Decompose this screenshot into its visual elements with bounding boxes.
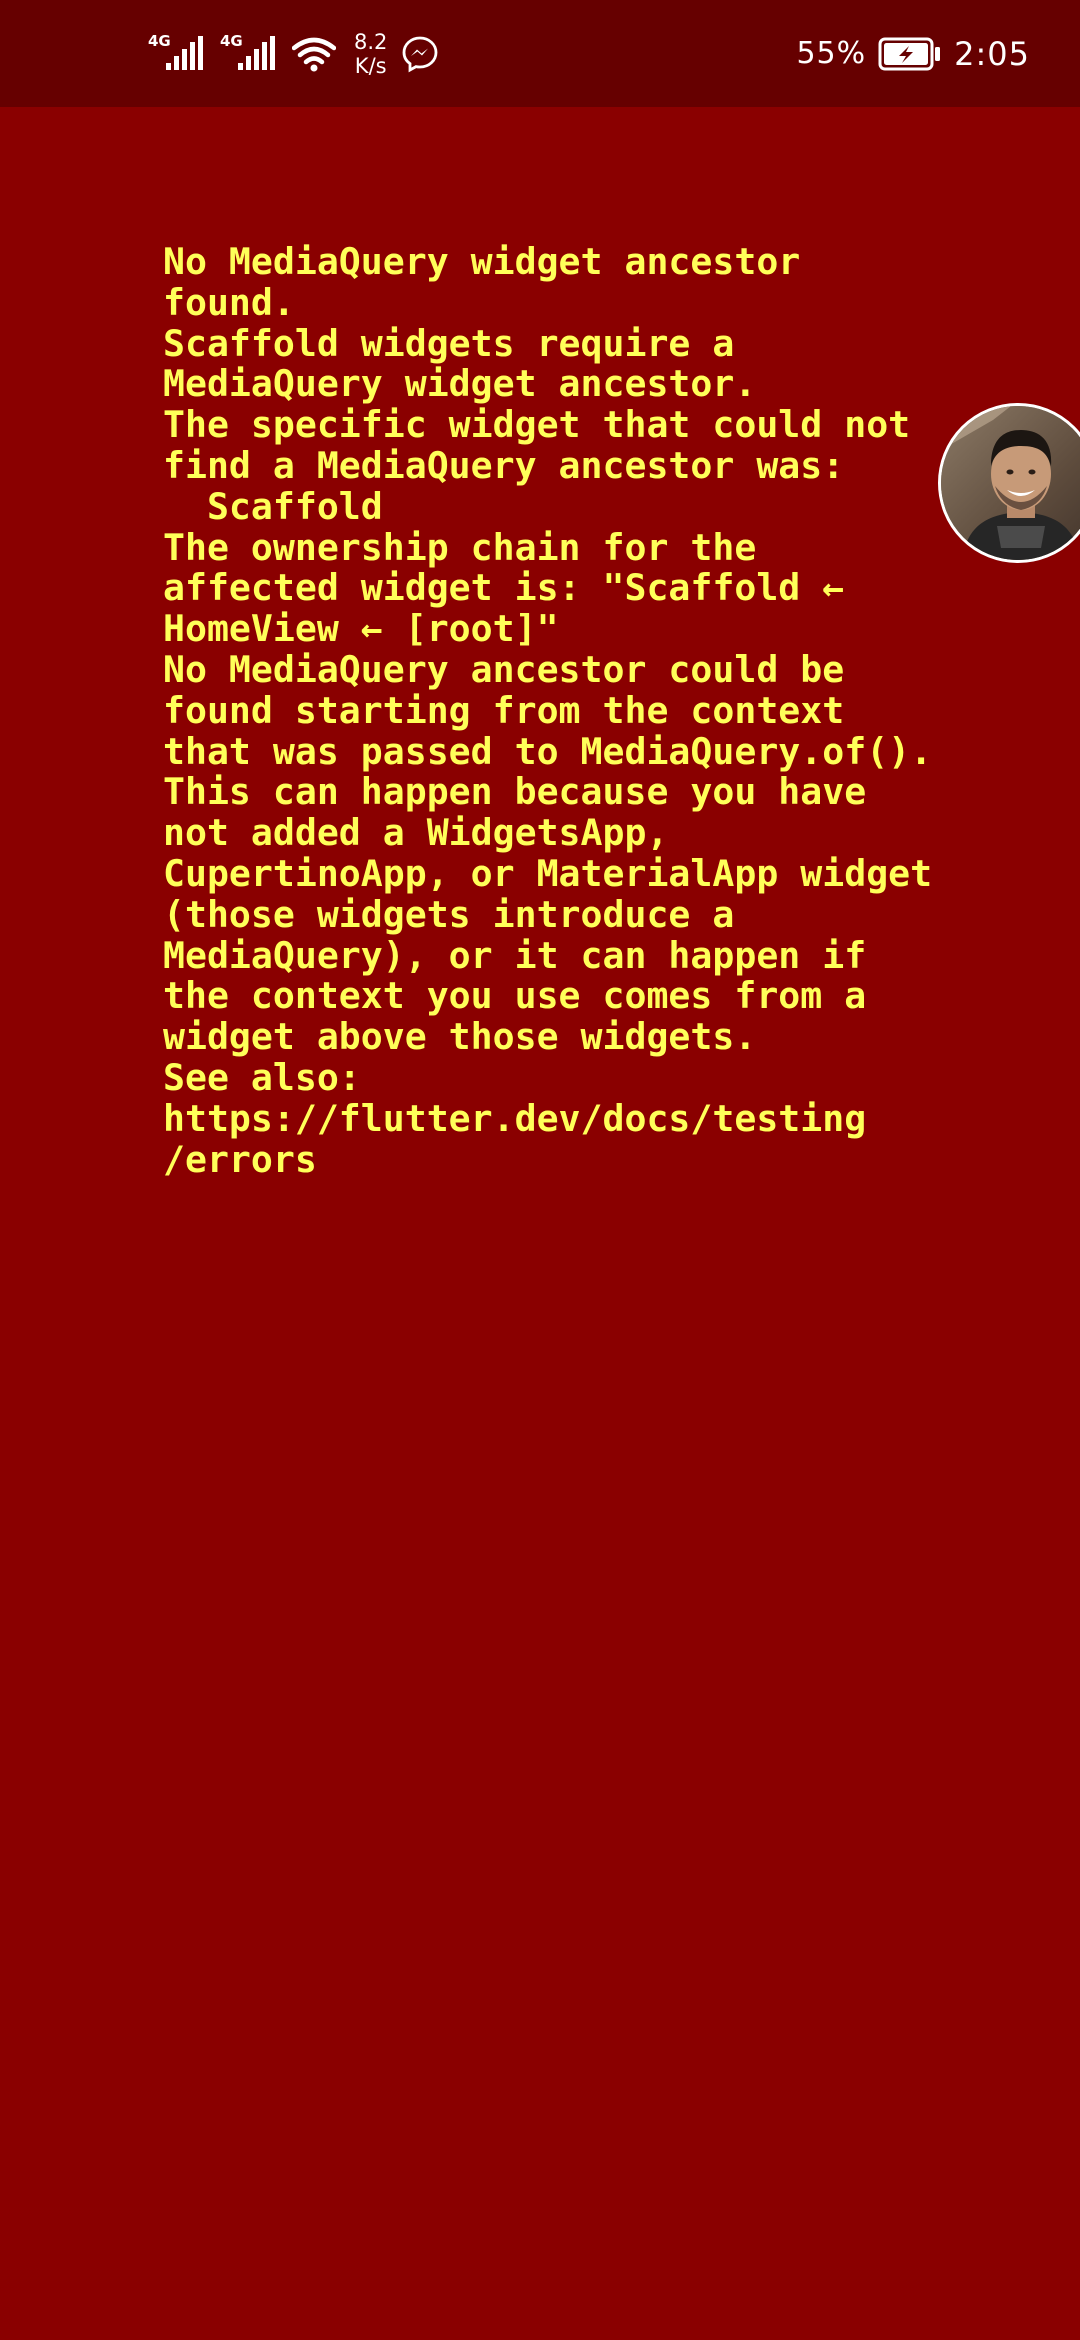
error-line: Scaffold bbox=[163, 484, 383, 528]
clock: 2:05 bbox=[954, 34, 1030, 73]
status-bar-right: 55% 2:05 bbox=[796, 0, 1030, 107]
error-line: No MediaQuery widget ancestor bbox=[163, 240, 801, 283]
error-line: that was passed to MediaQuery.of(). bbox=[163, 729, 933, 773]
error-line: find a MediaQuery ancestor was: bbox=[163, 443, 845, 487]
error-line: The specific widget that could not bbox=[163, 403, 911, 447]
signal-strength-2: 4G bbox=[220, 32, 278, 76]
error-line: /errors bbox=[163, 1137, 317, 1181]
network-speed-unit: K/s bbox=[354, 53, 387, 78]
error-line: This can happen because you have bbox=[163, 770, 867, 814]
error-line: not added a WidgetsApp, bbox=[163, 811, 669, 855]
signal-strength-1: 4G bbox=[148, 32, 206, 76]
error-line: Scaffold widgets require a bbox=[163, 321, 735, 365]
error-line: found starting from the context bbox=[163, 688, 845, 732]
error-line: HomeView ← [root]" bbox=[163, 607, 559, 651]
status-bar: 4G 4G 8.2 K/s 55% 2:05 bbox=[0, 0, 1080, 107]
error-line: affected widget is: "Scaffold ← bbox=[163, 566, 845, 610]
chat-head-avatar[interactable] bbox=[938, 403, 1080, 563]
status-bar-left: 4G 4G 8.2 K/s bbox=[148, 0, 439, 107]
wifi-icon bbox=[292, 37, 336, 71]
signal-icon bbox=[166, 35, 203, 70]
network-speed: 8.2 K/s bbox=[354, 30, 387, 78]
error-line: CupertinoApp, or MaterialApp widget bbox=[163, 851, 933, 895]
error-line: found. bbox=[163, 280, 295, 324]
error-line: (those widgets introduce a bbox=[163, 892, 735, 936]
signal-icon bbox=[238, 35, 275, 70]
flutter-error-screen: 4G 4G 8.2 K/s 55% 2:05 No MediaQuery wid… bbox=[0, 0, 1080, 2340]
error-line: MediaQuery), or it can happen if bbox=[163, 933, 867, 977]
battery-charging-icon bbox=[878, 37, 941, 70]
error-line: The ownership chain for the bbox=[163, 525, 757, 569]
network-speed-value: 8.2 bbox=[354, 29, 388, 54]
error-line: https://flutter.dev/docs/testing bbox=[163, 1096, 867, 1140]
error-line: MediaQuery widget ancestor. bbox=[163, 362, 757, 406]
error-message: No MediaQuery widget ancestor found. Sca… bbox=[163, 240, 943, 1181]
error-line: See also: bbox=[163, 1055, 361, 1099]
error-line: the context you use comes from a bbox=[163, 974, 867, 1018]
messenger-icon bbox=[403, 36, 438, 72]
profile-photo-avatar bbox=[941, 406, 1080, 560]
battery-percent: 55% bbox=[796, 36, 867, 71]
error-line: widget above those widgets. bbox=[163, 1015, 757, 1059]
error-line: No MediaQuery ancestor could be bbox=[163, 647, 845, 691]
